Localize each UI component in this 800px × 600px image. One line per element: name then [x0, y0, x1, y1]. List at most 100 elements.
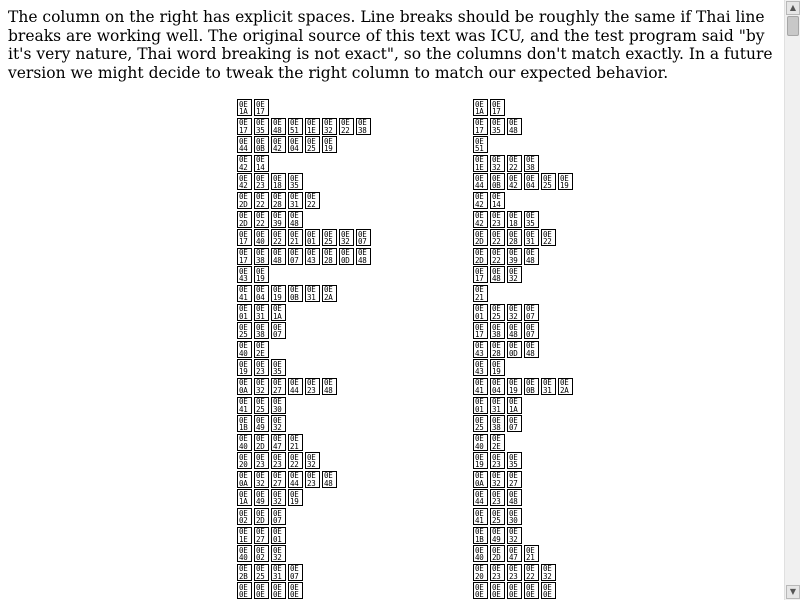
glyph-code-low: 41 [475, 516, 484, 526]
glyph-code-low: 19 [475, 460, 484, 470]
glyph-code-low: 25 [492, 311, 501, 321]
missing-glyph-box: 0E 04 [490, 377, 505, 395]
glyph-code-low: 41 [239, 292, 248, 302]
missing-glyph-box: 0E 35 [524, 210, 539, 228]
missing-glyph-box: 0E 0E [254, 582, 269, 600]
glyph-code-low: 22 [509, 162, 518, 172]
vertical-scrollbar[interactable]: ▲ ▼ [784, 0, 800, 600]
text-line: 0E 17 0E 48 0E 32 [473, 266, 575, 285]
glyph-code-low: 44 [475, 497, 484, 507]
glyph-code-low: 21 [290, 237, 299, 247]
glyph-code-low: 2D [256, 516, 265, 526]
missing-glyph-box: 0E 18 [507, 210, 522, 228]
glyph-code-low: 23 [256, 460, 265, 470]
glyph-code-low: 17 [492, 107, 501, 116]
glyph-code-low: 51 [290, 125, 299, 135]
glyph-code-low: 1A [239, 497, 248, 507]
missing-glyph-box: 0E 38 [356, 117, 371, 135]
glyph-code-low: 49 [492, 534, 501, 544]
glyph-code-low: 19 [239, 367, 248, 377]
missing-glyph-box: 0E 23 [254, 452, 269, 470]
missing-glyph-box: 0E 21 [524, 545, 539, 563]
missing-glyph-box: 0E 38 [490, 415, 505, 433]
glyph-code-low: 28 [273, 199, 282, 209]
glyph-code-low: 27 [509, 478, 518, 488]
missing-glyph-box: 0E 17 [473, 117, 488, 135]
missing-glyph-box: 0E 17 [490, 99, 505, 116]
glyph-code-low: 28 [509, 237, 518, 247]
missing-glyph-box: 0E 48 [490, 266, 505, 284]
glyph-code-low: 32 [273, 497, 282, 507]
glyph-code-low: 28 [324, 255, 333, 265]
glyph-code-low: 40 [239, 348, 248, 358]
glyph-code-low: 48 [324, 385, 333, 395]
missing-glyph-box: 0E 25 [490, 508, 505, 526]
glyph-code-low: 48 [526, 255, 535, 265]
glyph-code-low: 32 [492, 478, 501, 488]
glyph-code-low: 22 [492, 237, 501, 247]
glyph-code-low: 25 [239, 330, 248, 340]
missing-glyph-box: 0E 32 [271, 489, 286, 507]
missing-glyph-box: 0E 04 [254, 284, 269, 302]
missing-glyph-box: 0E 04 [288, 136, 303, 154]
missing-glyph-box: 0E 23 [507, 563, 522, 581]
missing-glyph-box: 0E 0D [507, 340, 522, 358]
missing-glyph-box: 0E 23 [254, 359, 269, 377]
glyph-code-low: 30 [509, 516, 518, 526]
glyph-code-low: 35 [492, 125, 501, 135]
missing-glyph-box: 0E 1E [473, 154, 488, 172]
glyph-code-low: 40 [475, 441, 484, 451]
glyph-code-low: 04 [290, 144, 299, 154]
glyph-code-low: 32 [492, 162, 501, 172]
missing-glyph-box: 0E 22 [305, 191, 320, 209]
missing-glyph-box: 0E 28 [322, 247, 337, 265]
missing-glyph-box: 0E 2D [473, 229, 488, 247]
missing-glyph-box: 0E 25 [254, 396, 269, 414]
glyph-code-low: 38 [492, 423, 501, 433]
glyph-code-low: 44 [475, 181, 484, 191]
glyph-code-low: 43 [475, 348, 484, 358]
glyph-code-low: 23 [256, 181, 265, 191]
missing-glyph-box: 0E 0E [271, 582, 286, 600]
missing-glyph-box: 0E 0B [490, 173, 505, 191]
scroll-up-button[interactable]: ▲ [786, 1, 800, 15]
glyph-code-low: 07 [509, 423, 518, 433]
text-line: 0E 40 0E 2E [473, 433, 575, 453]
glyph-code-low: 1B [475, 534, 484, 544]
glyph-code-low: 32 [509, 311, 518, 321]
missing-glyph-box: 0E 25 [237, 322, 252, 340]
missing-glyph-box: 0E 01 [237, 303, 252, 321]
scroll-thumb[interactable] [787, 16, 799, 36]
glyph-code-low: 42 [273, 144, 282, 154]
glyph-code-low: 32 [341, 237, 350, 247]
glyph-code-low: 31 [307, 292, 316, 302]
glyph-code-low: 35 [273, 367, 282, 377]
missing-glyph-box: 0E 02 [237, 508, 252, 526]
glyph-code-low: 43 [307, 255, 316, 265]
missing-glyph-box: 0E 17 [473, 266, 488, 284]
up-arrow-icon: ▲ [789, 3, 797, 12]
missing-glyph-box: 0E 0B [254, 136, 269, 154]
glyph-code-low: 31 [526, 237, 535, 247]
scroll-down-button[interactable]: ▼ [786, 585, 800, 599]
glyph-code-low: 2D [256, 441, 265, 451]
text-line: 0E 25 0E 38 0E 07 [237, 322, 373, 341]
glyph-code-low: 23 [509, 571, 518, 581]
text-line: 0E 43 0E 19 [473, 359, 575, 378]
glyph-code-low: 49 [256, 423, 265, 433]
missing-glyph-box: 0E 04 [524, 173, 539, 191]
missing-glyph-box: 0E 40 [237, 545, 252, 563]
text-line: 0E 1A 0E 17 [237, 99, 373, 118]
glyph-code-low: 32 [509, 534, 518, 544]
glyph-code-low: 07 [358, 237, 367, 247]
missing-glyph-box: 0E 0E [524, 582, 539, 600]
text-line: 0E 40 0E 2D 0E 47 0E 21 [237, 433, 373, 453]
missing-glyph-box: 0E 35 [254, 117, 269, 135]
missing-glyph-box: 0E 32 [322, 117, 337, 135]
missing-glyph-box: 0E 1A [473, 99, 488, 116]
missing-glyph-box: 0E 17 [237, 229, 252, 247]
glyph-code-low: 38 [358, 125, 367, 135]
glyph-code-low: 30 [273, 404, 282, 414]
glyph-code-low: 23 [492, 497, 501, 507]
glyph-code-low: 38 [256, 255, 265, 265]
